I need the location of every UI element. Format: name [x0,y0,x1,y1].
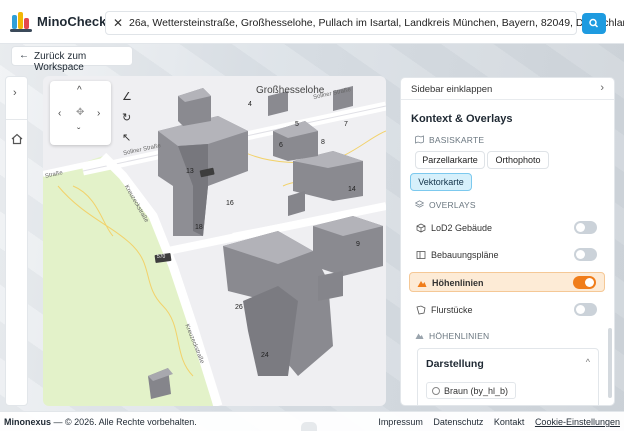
top-bar: MinoCheck ✕ 26a, Wettersteinstraße, Groß… [0,0,624,44]
toggle-lod2[interactable] [574,221,597,234]
mountain-icon [415,331,424,340]
close-icon[interactable]: ✕ [112,16,124,30]
building-number: 18 [195,224,203,231]
map-navigation-control: ^ ‹ ✥ › ˇ [50,81,111,145]
basemap-orthophoto[interactable]: Orthophoto [487,151,549,169]
back-label: Zurück zum Workspace [34,51,132,73]
building-number: 16 [226,200,234,207]
toggle-hoehenlinien[interactable] [573,276,596,289]
layers-icon [415,200,424,209]
sidebar-scrollbar[interactable] [608,328,612,398]
footer-link-datenschutz[interactable]: Datenschutz [433,417,483,427]
minocheck-logo [10,11,32,33]
search-icon [582,13,606,34]
pan-down-icon[interactable]: ˇ [77,127,80,138]
darstellung-panel: Darstellung ^ Braun (by_hl_b) [417,348,599,406]
footer-link-kontakt[interactable]: Kontakt [494,417,525,427]
radio-button[interactable] [432,387,440,395]
search-button[interactable] [582,13,606,34]
sidebar: Sidebar einklappen › Kontext & Overlays … [400,77,615,406]
plan-icon [416,250,426,260]
chevron-up-icon[interactable]: ^ [586,357,590,367]
building-number: 14 [348,186,356,193]
arrow-left-icon: ← [19,50,29,61]
footer-links: Impressum Datenschutz Kontakt Cookie-Ein… [370,417,620,427]
footer-copyright: Minonexus — © 2026. Alle Rechte vorbehal… [4,417,197,427]
road-badge: 570 [157,254,165,260]
building-number: 8 [321,139,325,146]
tilt-icon[interactable]: ∠ [122,90,132,103]
building-number: 13 [186,168,194,175]
overlay-lod2-gebaeude[interactable]: LoD2 Gebäude [409,218,605,238]
toggle-flurstuecke[interactable] [574,303,597,316]
sidebar-collapse-button[interactable]: Sidebar einklappen › [401,78,614,100]
darstellung-heading: Darstellung [426,358,484,370]
home-icon[interactable] [11,133,23,145]
building-number: 6 [279,142,283,149]
footer-link-cookie-settings[interactable]: Cookie-Einstellungen [535,417,620,427]
pan-up-icon[interactable]: ^ [77,85,82,96]
left-rail: › [5,76,28,406]
address-search-input[interactable]: ✕ 26a, Wettersteinstraße, Großhesselohe,… [105,11,577,35]
parcel-icon [416,305,426,315]
pan-right-icon[interactable]: › [97,108,100,119]
compass-icon[interactable]: ↖ [122,131,131,144]
map-view[interactable]: Großhesselohe Sollner Straße Sollner Str… [43,76,386,406]
pan-center-icon[interactable]: ✥ [76,107,84,118]
search-value[interactable]: 26a, Wettersteinstraße, Großhesselohe, P… [129,17,624,29]
map-icon [415,135,424,144]
overlay-bebauungsplaene[interactable]: Bebauungspläne [409,245,605,265]
map-tools: ∠ ↻ ↖ [118,86,140,149]
mountain-icon [417,278,427,288]
toggle-bebauungsplaene[interactable] [574,248,597,261]
style-option-braun[interactable]: Braun (by_hl_b) [426,382,516,399]
cube-icon [416,223,426,233]
sidebar-title: Kontext & Overlays [411,113,512,125]
footer-link-impressum[interactable]: Impressum [378,417,423,427]
building-number: 5 [295,121,299,128]
building-number: 9 [356,241,360,248]
overlay-hoehenlinien[interactable]: Höhenlinien [409,272,605,292]
divider [6,119,27,120]
basemap-vektorkarte[interactable]: Vektorkarte [410,173,472,191]
app-name: MinoCheck [37,14,106,29]
chevron-right-icon: › [600,82,604,94]
back-to-workspace-button[interactable]: ← Zurück zum Workspace [11,46,133,66]
overlay-flurstuecke[interactable]: Flurstücke [409,300,605,320]
building-number: 26 [235,304,243,311]
building-number: 4 [248,101,252,108]
rotate-icon[interactable]: ↻ [122,111,131,124]
building-number: 7 [344,121,348,128]
sidebar-collapse-label: Sidebar einklappen [411,84,492,95]
chevron-right-icon[interactable]: › [13,87,17,99]
building-number: 24 [261,352,269,359]
scroll-handle[interactable] [301,422,317,431]
pan-left-icon[interactable]: ‹ [58,108,61,119]
basemap-parzellarkarte[interactable]: Parzellarkarte [415,151,485,169]
